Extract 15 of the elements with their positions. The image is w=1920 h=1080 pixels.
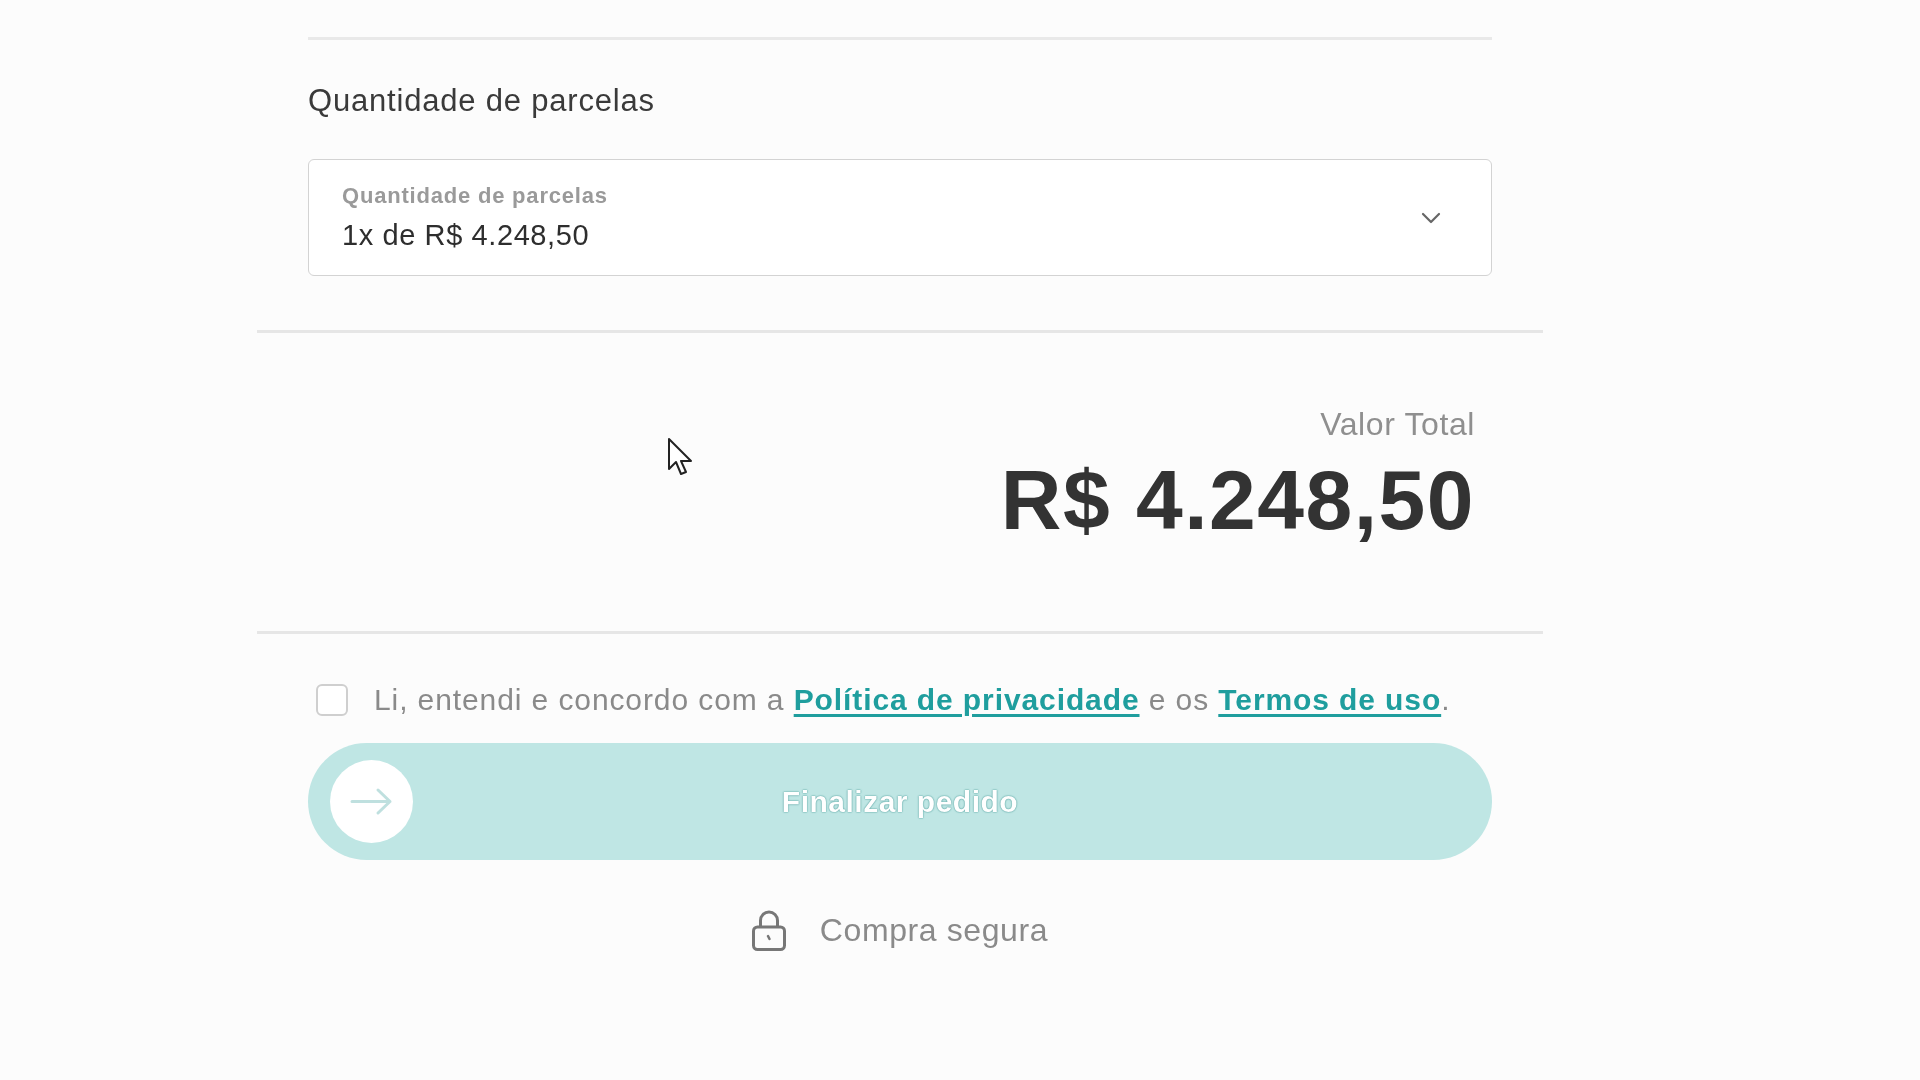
checkbox[interactable] (316, 684, 348, 716)
chevron-down-icon (1421, 211, 1441, 224)
mouse-pointer-icon (667, 437, 693, 477)
lock-icon (751, 909, 786, 951)
total-label: Valor Total (1320, 405, 1475, 443)
select-label: Quantidade de parcelas (342, 183, 608, 208)
consent-text: Li, entendi e concordo com a Política de privacidade e os Termos de uso. (374, 682, 1451, 718)
policy-link[interactable]: Política de privacidade (793, 683, 1140, 716)
policy-link[interactable]: Termos de uso (1218, 683, 1442, 716)
select-value: 1x de R$ 4.248,50 (342, 217, 590, 252)
arrow-right-icon (330, 760, 413, 843)
installments-select[interactable]: Quantidade de parcelas 1x de R$ 4.248,50 (308, 159, 1492, 276)
secure-purchase-text: Compra segura (819, 911, 1049, 950)
section-heading: Quantidade de parcelas (308, 83, 655, 119)
total-amount: R$ 4.248,50 (1000, 455, 1475, 545)
